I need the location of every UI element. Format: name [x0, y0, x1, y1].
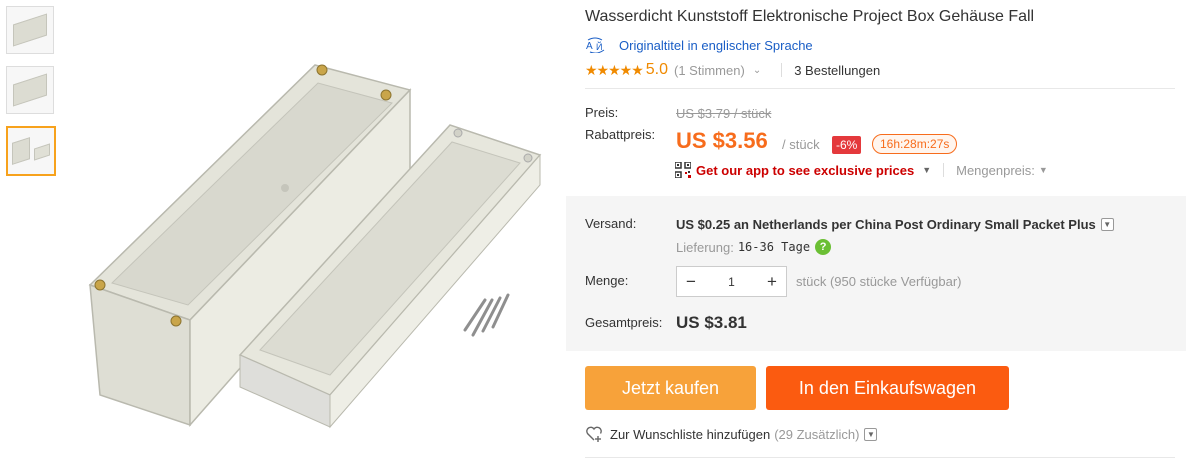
buy-now-button[interactable]: Jetzt kaufen: [585, 366, 756, 410]
total-label: Gesamtpreis:: [585, 315, 663, 330]
shipping-method-text: US $0.25 an Netherlands per China Post O…: [676, 217, 1096, 232]
orders-count: 3 Bestellungen: [794, 62, 881, 78]
app-promo-row: Get our app to see exclusive prices ▼ Me…: [675, 162, 1048, 178]
app-promo-link[interactable]: Get our app to see exclusive prices: [696, 163, 914, 178]
total-price: US $3.81: [676, 313, 747, 332]
price-unit: / stück: [782, 137, 820, 152]
original-price: US $3.79 / stück: [676, 106, 772, 121]
original-title-link[interactable]: A Й Originaltitel in englischer Sprache: [585, 37, 813, 53]
quantity-stepper: − 1 +: [676, 266, 787, 297]
thumbnail-list: [6, 6, 56, 188]
delivery-label: Lieferung:: [676, 239, 734, 255]
star-rating-icons: ★★★★★: [585, 61, 644, 78]
main-product-image: [80, 55, 550, 445]
availability-text: stück (950 stücke Verfügbar): [796, 274, 962, 289]
price-label: Preis:: [585, 105, 619, 120]
current-price: US $3.56: [676, 128, 768, 153]
delivery-days: 16-36 Tage: [737, 240, 811, 254]
translate-icon: A Й: [586, 37, 605, 53]
divider: [781, 63, 783, 77]
thumbnail-1[interactable]: [6, 6, 54, 54]
divider: [585, 457, 1175, 458]
quantity-input[interactable]: 1: [705, 275, 758, 289]
shipping-label: Versand:: [585, 216, 637, 231]
quantity-label: Menge:: [585, 273, 629, 288]
qr-code-icon: [675, 162, 691, 178]
product-title: Wasserdicht Kunststoff Elektronische Pro…: [585, 8, 1035, 25]
decrement-button[interactable]: −: [677, 272, 705, 292]
divider: [943, 163, 945, 177]
screws-drawing: [463, 293, 510, 337]
original-title-text: Originaltitel in englischer Sprache: [619, 37, 813, 53]
shipping-method[interactable]: US $0.25 an Netherlands per China Post O…: [676, 217, 1114, 232]
add-to-cart-button[interactable]: In den Einkaufswagen: [766, 366, 1009, 410]
wishlist-text: Zur Wunschliste hinzufügen: [610, 426, 771, 442]
chevron-down-icon[interactable]: ▼: [864, 427, 878, 441]
countdown-timer: 16h:28m:27s: [872, 134, 958, 154]
thumbnail-3[interactable]: [6, 126, 56, 176]
help-question-icon[interactable]: ?: [815, 239, 832, 255]
svg-text:A: A: [586, 41, 593, 52]
caret-down-icon[interactable]: ▼: [1039, 165, 1048, 175]
heart-plus-icon: [586, 426, 602, 442]
thumbnail-2[interactable]: [6, 66, 54, 114]
svg-text:Й: Й: [596, 41, 602, 52]
delivery-info: Lieferung: 16-36 Tage ?: [676, 239, 832, 255]
wishlist-count: (29 Zusätzlich): [774, 426, 860, 442]
chevron-down-icon[interactable]: ⌄: [753, 65, 761, 76]
increment-button[interactable]: +: [758, 272, 786, 292]
divider: [585, 88, 1175, 89]
wishlist-link[interactable]: Zur Wunschliste hinzufügen (29 Zusätzlic…: [585, 426, 878, 442]
rating-score: 5.0: [645, 61, 669, 78]
chevron-down-icon[interactable]: ▼: [1100, 218, 1114, 231]
quantity-price-dropdown[interactable]: Mengenpreis:: [956, 163, 1035, 178]
discount-price-label: Rabattpreis:: [585, 127, 656, 142]
discount-badge: -6%: [832, 136, 862, 154]
rating-row: ★★★★★ 5.0 (1 Stimmen) ⌄ 3 Bestellungen: [585, 61, 880, 79]
rating-votes[interactable]: (1 Stimmen): [674, 63, 745, 78]
caret-down-icon[interactable]: ▼: [922, 165, 931, 175]
